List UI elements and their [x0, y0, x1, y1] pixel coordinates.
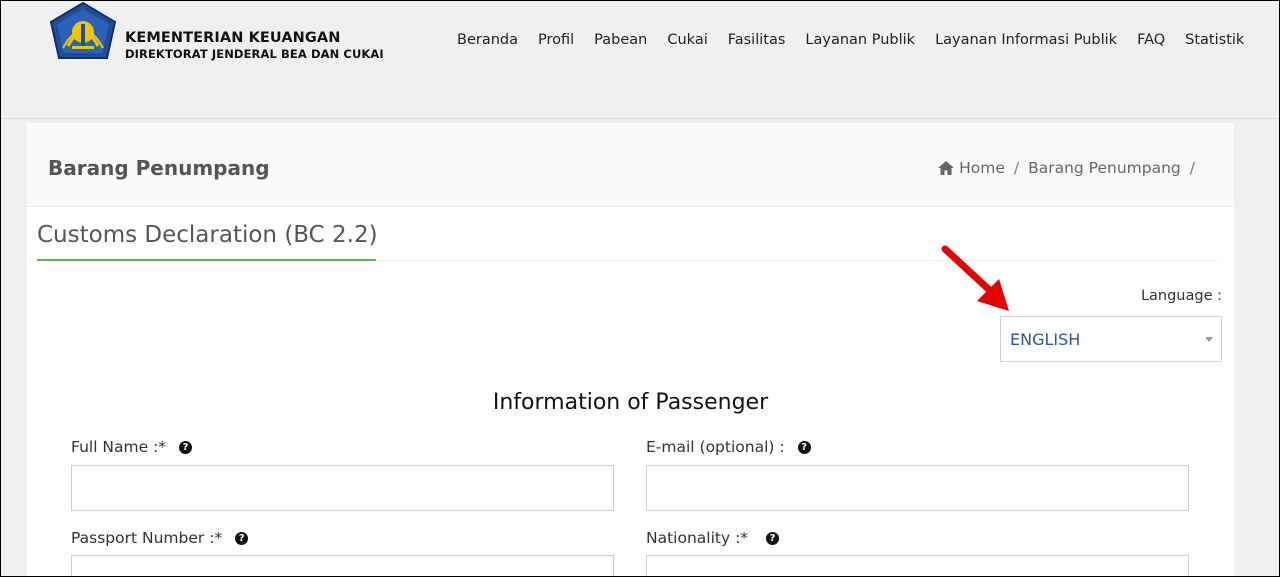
breadcrumb-separator: / — [1189, 159, 1195, 177]
question-circle-icon[interactable]: ? — [797, 440, 811, 454]
red-arrow-icon — [941, 245, 1009, 311]
breadcrumb: Home / Barang Penumpang / — [938, 159, 1204, 177]
page-header: Barang Penumpang Home / Barang Penumpang… — [27, 123, 1234, 207]
breadcrumb-current[interactable]: Barang Penumpang — [1028, 159, 1181, 177]
nav-fasilitas[interactable]: Fasilitas — [718, 32, 796, 48]
breadcrumb-home[interactable]: Home — [959, 159, 1005, 177]
main-nav: Beranda Profil Pabean Cukai Fasilitas La… — [447, 32, 1244, 48]
kemenkeu-logo[interactable] — [48, 2, 118, 66]
language-selected-value: ENGLISH — [1010, 330, 1081, 349]
brand-subtitle: DIREKTORAT JENDERAL BEA DAN CUKAI — [125, 47, 384, 61]
section-underline — [37, 259, 376, 261]
question-circle-icon[interactable]: ? — [766, 531, 780, 545]
chevron-down-icon — [1205, 337, 1213, 342]
brand-title: KEMENTERIAN KEUANGAN — [125, 30, 341, 46]
nav-layanan-publik[interactable]: Layanan Publik — [795, 32, 925, 48]
passport-input[interactable] — [71, 555, 614, 577]
email-input[interactable] — [646, 465, 1189, 511]
breadcrumb-separator: / — [1013, 159, 1020, 177]
nationality-label: Nationality :* ? — [646, 529, 780, 547]
nav-cukai[interactable]: Cukai — [657, 32, 717, 48]
email-label-text: E-mail (optional) : — [646, 438, 785, 456]
full-name-label: Full Name :* ? — [71, 438, 193, 456]
full-name-label-text: Full Name :* — [71, 438, 167, 456]
nav-beranda[interactable]: Beranda — [447, 32, 528, 48]
page-title: Barang Penumpang — [48, 156, 270, 180]
nav-faq[interactable]: FAQ — [1127, 32, 1175, 48]
question-circle-icon[interactable]: ? — [235, 531, 249, 545]
question-circle-icon[interactable]: ? — [179, 440, 193, 454]
nav-pabean[interactable]: Pabean — [584, 32, 657, 48]
passenger-info-title: Information of Passenger — [492, 390, 769, 415]
section-title: Customs Declaration (BC 2.2) — [37, 222, 378, 248]
section-divider — [376, 260, 1217, 261]
nationality-label-text: Nationality :* — [646, 529, 749, 547]
site-header: KEMENTERIAN KEUANGAN DIREKTORAT JENDERAL… — [0, 0, 1280, 119]
email-label: E-mail (optional) : ? — [646, 438, 811, 456]
nav-profil[interactable]: Profil — [528, 32, 584, 48]
home-icon[interactable] — [938, 161, 955, 175]
language-select[interactable]: ENGLISH — [1000, 316, 1222, 362]
brand-block[interactable]: KEMENTERIAN KEUANGAN DIREKTORAT JENDERAL… — [125, 30, 384, 62]
content-card: Barang Penumpang Home / Barang Penumpang… — [27, 123, 1234, 577]
passport-label: Passport Number :* ? — [71, 529, 249, 547]
nav-statistik[interactable]: Statistik — [1175, 32, 1254, 48]
nationality-select[interactable] — [646, 555, 1189, 577]
full-name-input[interactable] — [71, 465, 614, 511]
nav-layanan-informasi-publik[interactable]: Layanan Informasi Publik — [925, 32, 1127, 48]
passport-label-text: Passport Number :* — [71, 529, 223, 547]
language-label: Language : — [1140, 288, 1222, 304]
